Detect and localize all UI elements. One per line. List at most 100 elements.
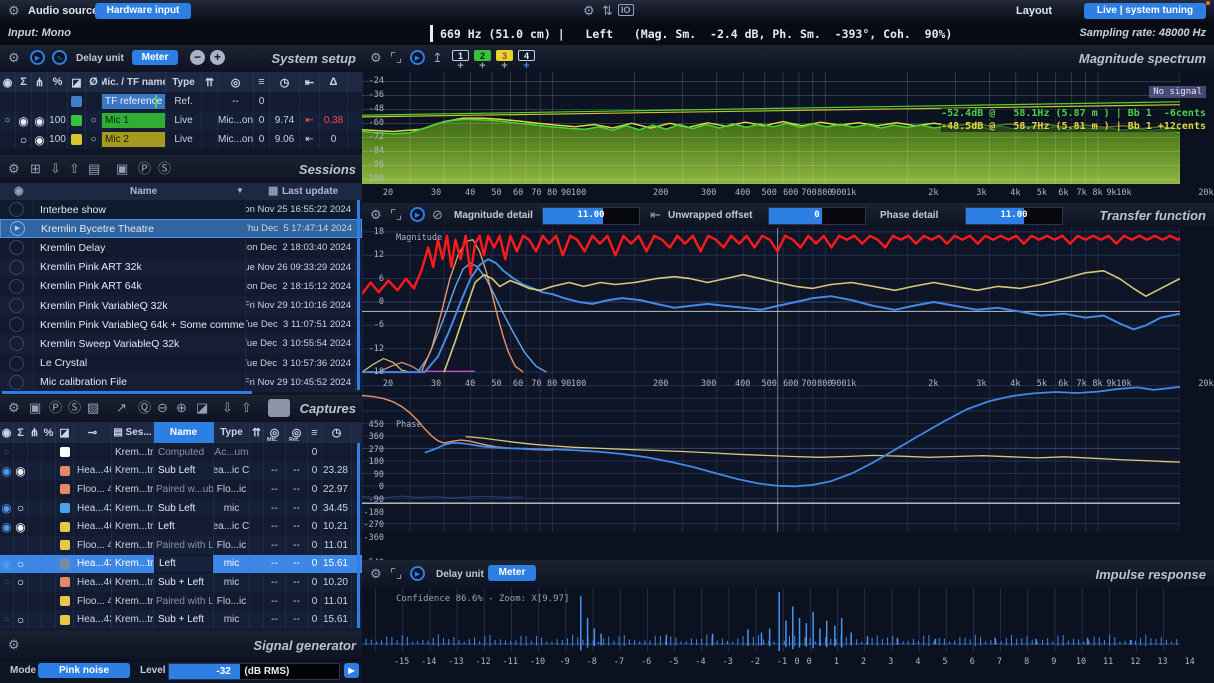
capture-camera-icon[interactable]: ▣ [29,401,41,414]
mic-name-cell[interactable]: TF reference [102,94,165,109]
capture-name-cell[interactable]: Sub + Left [154,573,213,592]
row-percent[interactable] [42,536,56,555]
tf-gear-icon[interactable]: ⚙ [370,208,382,221]
session-play-indicator[interactable] [0,238,34,257]
timer-p-icon[interactable]: Ⓟ [49,401,62,414]
session-row[interactable]: ▶Kremlin Bycetre TheatreThu Dec 5 17:47:… [0,219,362,238]
delta-icon[interactable]: Δ [320,72,348,92]
session-play-indicator[interactable] [0,200,34,219]
capture-name-cell[interactable]: Paired w...ub Left [154,480,214,499]
capture-row[interactable]: ◉◉Hea...467Krem...treSub LeftHea...ic C.… [0,462,362,481]
session-snapshot-camera-icon[interactable]: ▣ [116,162,128,175]
tf-phase-plot[interactable] [362,376,1180,532]
sessions-lastupdate-header[interactable]: Last update [282,186,338,197]
generator-mode-button[interactable]: Pink noise [38,663,130,678]
row-polarity[interactable]: ○ [86,111,102,130]
mic-pair-icon[interactable]: ⇈ [250,422,264,443]
row-link[interactable] [28,499,42,518]
row-link[interactable] [28,536,42,555]
play-icon[interactable]: ▶ [10,221,25,236]
system-row[interactable]: ○◉◉100○Mic 1LiveMic...on09.74⇤0.38 [0,111,362,130]
row-percent[interactable] [42,555,56,574]
row-link[interactable] [28,517,42,536]
session-row[interactable]: Kremlin Pink ART 64kMon Dec 2 18:15:12 2… [0,277,362,296]
level-slider[interactable]: -32 (dB RMS) [168,663,340,680]
export-file-icon[interactable]: ⇧ [241,401,252,414]
system-setup-gear-icon[interactable]: ⚙ [8,51,20,64]
color-swatch[interactable] [71,134,82,145]
session-row[interactable]: Interbee showMon Nov 25 16:55:22 2024 [0,200,362,219]
session-row[interactable]: Kremlin Pink ART 32kTue Nov 26 09:33:29 … [0,258,362,277]
row-percent[interactable] [42,480,56,499]
ir-live-icon[interactable]: ▶ [410,566,425,581]
row-link[interactable] [28,462,42,481]
capture-name-cell[interactable]: Paired with Left [154,536,214,555]
zoom-in-button[interactable]: + [210,50,225,65]
row-sum[interactable]: ◉ [16,111,32,130]
play-icon[interactable] [9,202,24,217]
row-gate[interactable]: ⇤ [300,130,320,149]
row-link[interactable] [28,443,42,462]
capture-name-cell[interactable]: Left [154,517,213,536]
delay-unit-meter-button[interactable]: Meter [132,50,178,65]
io-icon[interactable]: IO [618,4,634,16]
session-import-icon[interactable]: ⇩ [50,162,61,175]
row-eye[interactable]: ○ [0,610,14,629]
row-vis[interactable]: ◉ [14,462,28,481]
row-eye[interactable] [0,130,16,149]
capture-name-cell[interactable]: Sub + Left [154,610,213,629]
percent-icon[interactable]: % [42,422,56,443]
row-eye[interactable] [0,92,16,111]
row-eye[interactable]: ◉ [0,499,14,518]
gate-icon[interactable]: ⇤ [300,72,320,92]
polarity-icon[interactable]: Ø [86,72,102,92]
play-icon[interactable] [9,260,24,275]
row-vis[interactable] [14,592,28,611]
row-swatch[interactable] [56,536,74,555]
session-row[interactable]: Kremlin Pink VariableQ 32kFri Nov 29 10:… [0,296,362,315]
row-vis[interactable] [14,480,28,499]
sessions-vscrollbar[interactable] [357,200,360,390]
row-vis[interactable]: ◉ [14,517,28,536]
row-link[interactable] [28,610,42,629]
row-eye[interactable] [0,480,14,499]
row-swatch[interactable] [56,443,74,462]
color-swatch[interactable] [60,559,70,569]
row-vis[interactable]: ○ [14,610,28,629]
row-percent[interactable]: 100 [48,111,68,130]
color-swatch[interactable] [60,522,70,532]
tf-live-icon[interactable]: ▶ [410,207,425,222]
row-eye[interactable]: ○ [0,111,16,130]
row-swatch[interactable] [68,111,86,130]
fullscreen-icon[interactable]: ⌜⌟ [390,51,402,64]
row-sum[interactable] [16,92,32,111]
live-system-tuning-button[interactable]: Live | system tuning [1084,3,1206,19]
delay-icon[interactable]: ◷ [270,72,300,92]
row-percent[interactable] [42,573,56,592]
type-header[interactable]: Type [166,72,202,92]
type-col-header[interactable]: Type [214,422,250,443]
row-link[interactable] [28,555,42,574]
session-play-indicator[interactable] [0,373,34,392]
session-duplicate-icon[interactable]: ▤ [88,162,100,175]
signal-generator-gear-icon[interactable]: ⚙ [8,638,20,651]
session-row[interactable]: Mic calibration FileFri Nov 29 10:45:52 … [0,373,362,392]
mic-name-cell[interactable]: Mic 1 [102,113,165,128]
color-swatch[interactable] [71,96,82,107]
smoothing-icon[interactable]: ≡ [254,72,270,92]
timer-s-icon[interactable]: Ⓢ [68,401,81,414]
row-percent[interactable] [48,92,68,111]
session-play-indicator[interactable] [0,296,34,315]
row-eye[interactable]: ◉ [0,462,14,481]
play-icon[interactable] [9,375,24,390]
row-gate[interactable] [300,92,320,111]
row-link[interactable] [32,92,48,111]
play-icon[interactable] [9,279,24,294]
session-export-icon[interactable]: ⇧ [69,162,80,175]
row-swatch[interactable] [56,573,74,592]
color-swatch[interactable] [60,577,70,587]
generator-wave-icon[interactable]: ∿ [52,50,67,65]
eye-icon[interactable]: ◉ [0,422,14,443]
session-row[interactable]: Kremlin Pink VariableQ 64k + Some commen… [0,315,362,334]
session-row[interactable]: Le CrystalTue Dec 3 10:57:36 2024 [0,354,362,373]
